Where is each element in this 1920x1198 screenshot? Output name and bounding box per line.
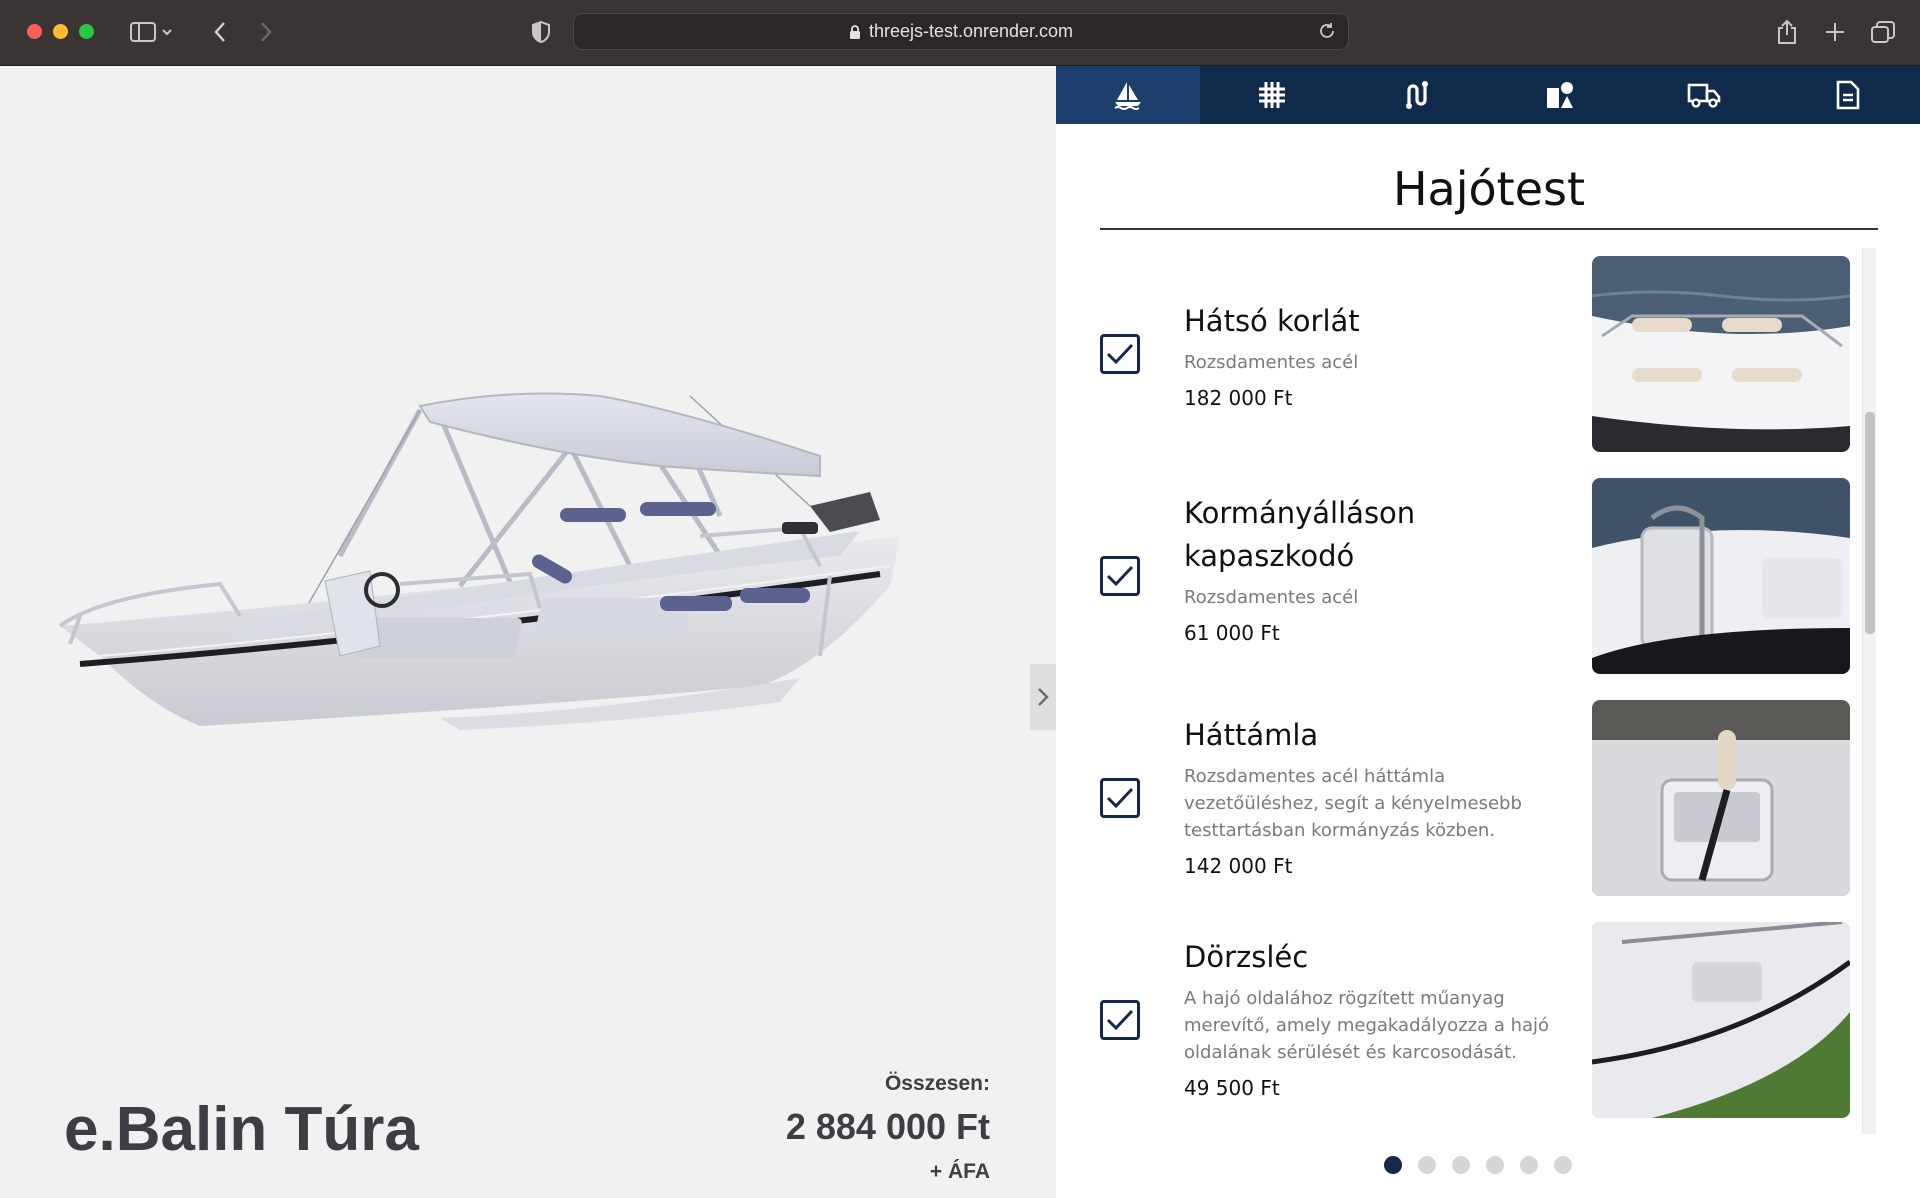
tab-summary[interactable] — [1776, 66, 1920, 124]
tab-delivery[interactable] — [1632, 66, 1776, 124]
page-dot-5[interactable] — [1520, 1156, 1538, 1174]
share-icon — [1778, 19, 1796, 44]
tab-overview-button[interactable] — [1868, 17, 1898, 47]
check-icon — [1106, 787, 1134, 809]
option-price: 182 000 Ft — [1184, 386, 1293, 410]
option-description: Rozsdamentes acél — [1184, 587, 1359, 608]
page-dot-6[interactable] — [1554, 1156, 1572, 1174]
shield-icon — [532, 21, 550, 43]
document-icon — [1836, 80, 1860, 110]
sidebar-toggle-button[interactable] — [126, 17, 178, 47]
route-icon — [1406, 81, 1428, 109]
list-item: Dörzsléc A hajó oldalához rögzített műan… — [1100, 922, 1850, 1144]
option-image — [1592, 922, 1850, 1118]
option-image — [1592, 700, 1850, 896]
new-tab-button[interactable] — [1820, 17, 1850, 47]
option-title: Dörzsléc — [1184, 940, 1309, 974]
reload-icon[interactable] — [1318, 22, 1336, 40]
privacy-shield-button[interactable] — [528, 17, 554, 47]
chevron-right-icon — [1038, 688, 1049, 706]
option-checkbox[interactable] — [1100, 334, 1140, 374]
total-value: 2 884 000 Ft — [785, 1106, 990, 1147]
back-button[interactable] — [208, 17, 232, 47]
share-button[interactable] — [1772, 17, 1802, 47]
option-title: Háttámla — [1184, 718, 1319, 752]
plus-icon — [1826, 23, 1844, 41]
boat-3d-model[interactable] — [40, 326, 920, 786]
option-title: Kormányálláson kapaszkodó — [1184, 496, 1416, 573]
option-price: 49 500 Ft — [1184, 1076, 1280, 1100]
option-title: Hátsó korlát — [1184, 304, 1360, 338]
panel-toggle-button[interactable] — [1030, 664, 1056, 730]
tab-accessories[interactable] — [1488, 66, 1632, 124]
tabs-overview-icon — [1871, 21, 1895, 43]
total-price-block: Összesen: 2 884 000 Ft + ÁFA — [786, 1072, 990, 1184]
total-label: Összesen: — [884, 1072, 990, 1095]
page-dot-4[interactable] — [1486, 1156, 1504, 1174]
shapes-icon — [1547, 82, 1573, 108]
option-checkbox[interactable] — [1100, 556, 1140, 596]
option-price: 142 000 Ft — [1184, 854, 1293, 878]
check-icon — [1106, 565, 1134, 587]
page-dot-3[interactable] — [1452, 1156, 1470, 1174]
list-item: Hátsó korlát Rozsdamentes acél 182 000 F… — [1100, 256, 1850, 478]
close-window-button[interactable] — [27, 24, 42, 39]
list-item: Háttámla Rozsdamentes acél háttámla veze… — [1100, 700, 1850, 922]
option-description: Rozsdamentes acél háttámla vezetőüléshez… — [1184, 766, 1522, 841]
browser-toolbar: threejs-test.onrender.com — [0, 0, 1920, 66]
lock-icon — [849, 24, 860, 39]
url-text: threejs-test.onrender.com — [868, 21, 1074, 41]
option-checkbox[interactable] — [1100, 778, 1140, 818]
vat-label: + ÁFA — [929, 1160, 990, 1183]
chevron-left-icon — [214, 22, 225, 42]
configuration-panel: Hajótest Hátsó korlát Rozsdamentes acél … — [1056, 66, 1920, 1198]
option-description: Rozsdamentes acél — [1184, 352, 1359, 373]
truck-icon — [1687, 83, 1721, 108]
option-price: 61 000 Ft — [1184, 621, 1280, 645]
section-title: Hajótest — [1100, 164, 1878, 230]
tab-hull[interactable] — [1056, 66, 1200, 124]
check-icon — [1106, 343, 1134, 365]
category-tabs — [1056, 66, 1920, 124]
chevron-right-icon — [261, 22, 272, 42]
3d-viewer[interactable]: e.Balin Túra Összesen: 2 884 000 Ft + ÁF… — [0, 66, 1056, 1198]
list-scrollbar[interactable] — [1862, 248, 1876, 1134]
tab-layout[interactable] — [1200, 66, 1344, 124]
forward-button[interactable] — [254, 17, 278, 47]
pagination-dots — [1056, 1156, 1920, 1174]
list-item: Kormányálláson kapaszkodó Rozsdamentes a… — [1100, 478, 1850, 700]
option-list: Hátsó korlát Rozsdamentes acél 182 000 F… — [1100, 256, 1850, 1144]
tab-route[interactable] — [1344, 66, 1488, 124]
option-description: A hajó oldalához rögzített műanyag merev… — [1184, 988, 1550, 1063]
sidebar-icon — [130, 22, 172, 42]
option-image — [1592, 478, 1850, 674]
address-bar[interactable]: threejs-test.onrender.com — [573, 13, 1349, 50]
zoom-window-button[interactable] — [79, 24, 94, 39]
grid-hash-icon — [1259, 82, 1285, 108]
page-dot-2[interactable] — [1418, 1156, 1436, 1174]
option-image — [1592, 256, 1850, 452]
product-name: e.Balin Túra — [64, 1095, 419, 1164]
page-dot-1[interactable] — [1384, 1156, 1402, 1174]
option-checkbox[interactable] — [1100, 1000, 1140, 1040]
sailboat-icon — [1114, 82, 1141, 110]
scrollbar-thumb[interactable] — [1865, 412, 1875, 634]
check-icon — [1106, 1009, 1134, 1031]
minimize-window-button[interactable] — [53, 24, 68, 39]
